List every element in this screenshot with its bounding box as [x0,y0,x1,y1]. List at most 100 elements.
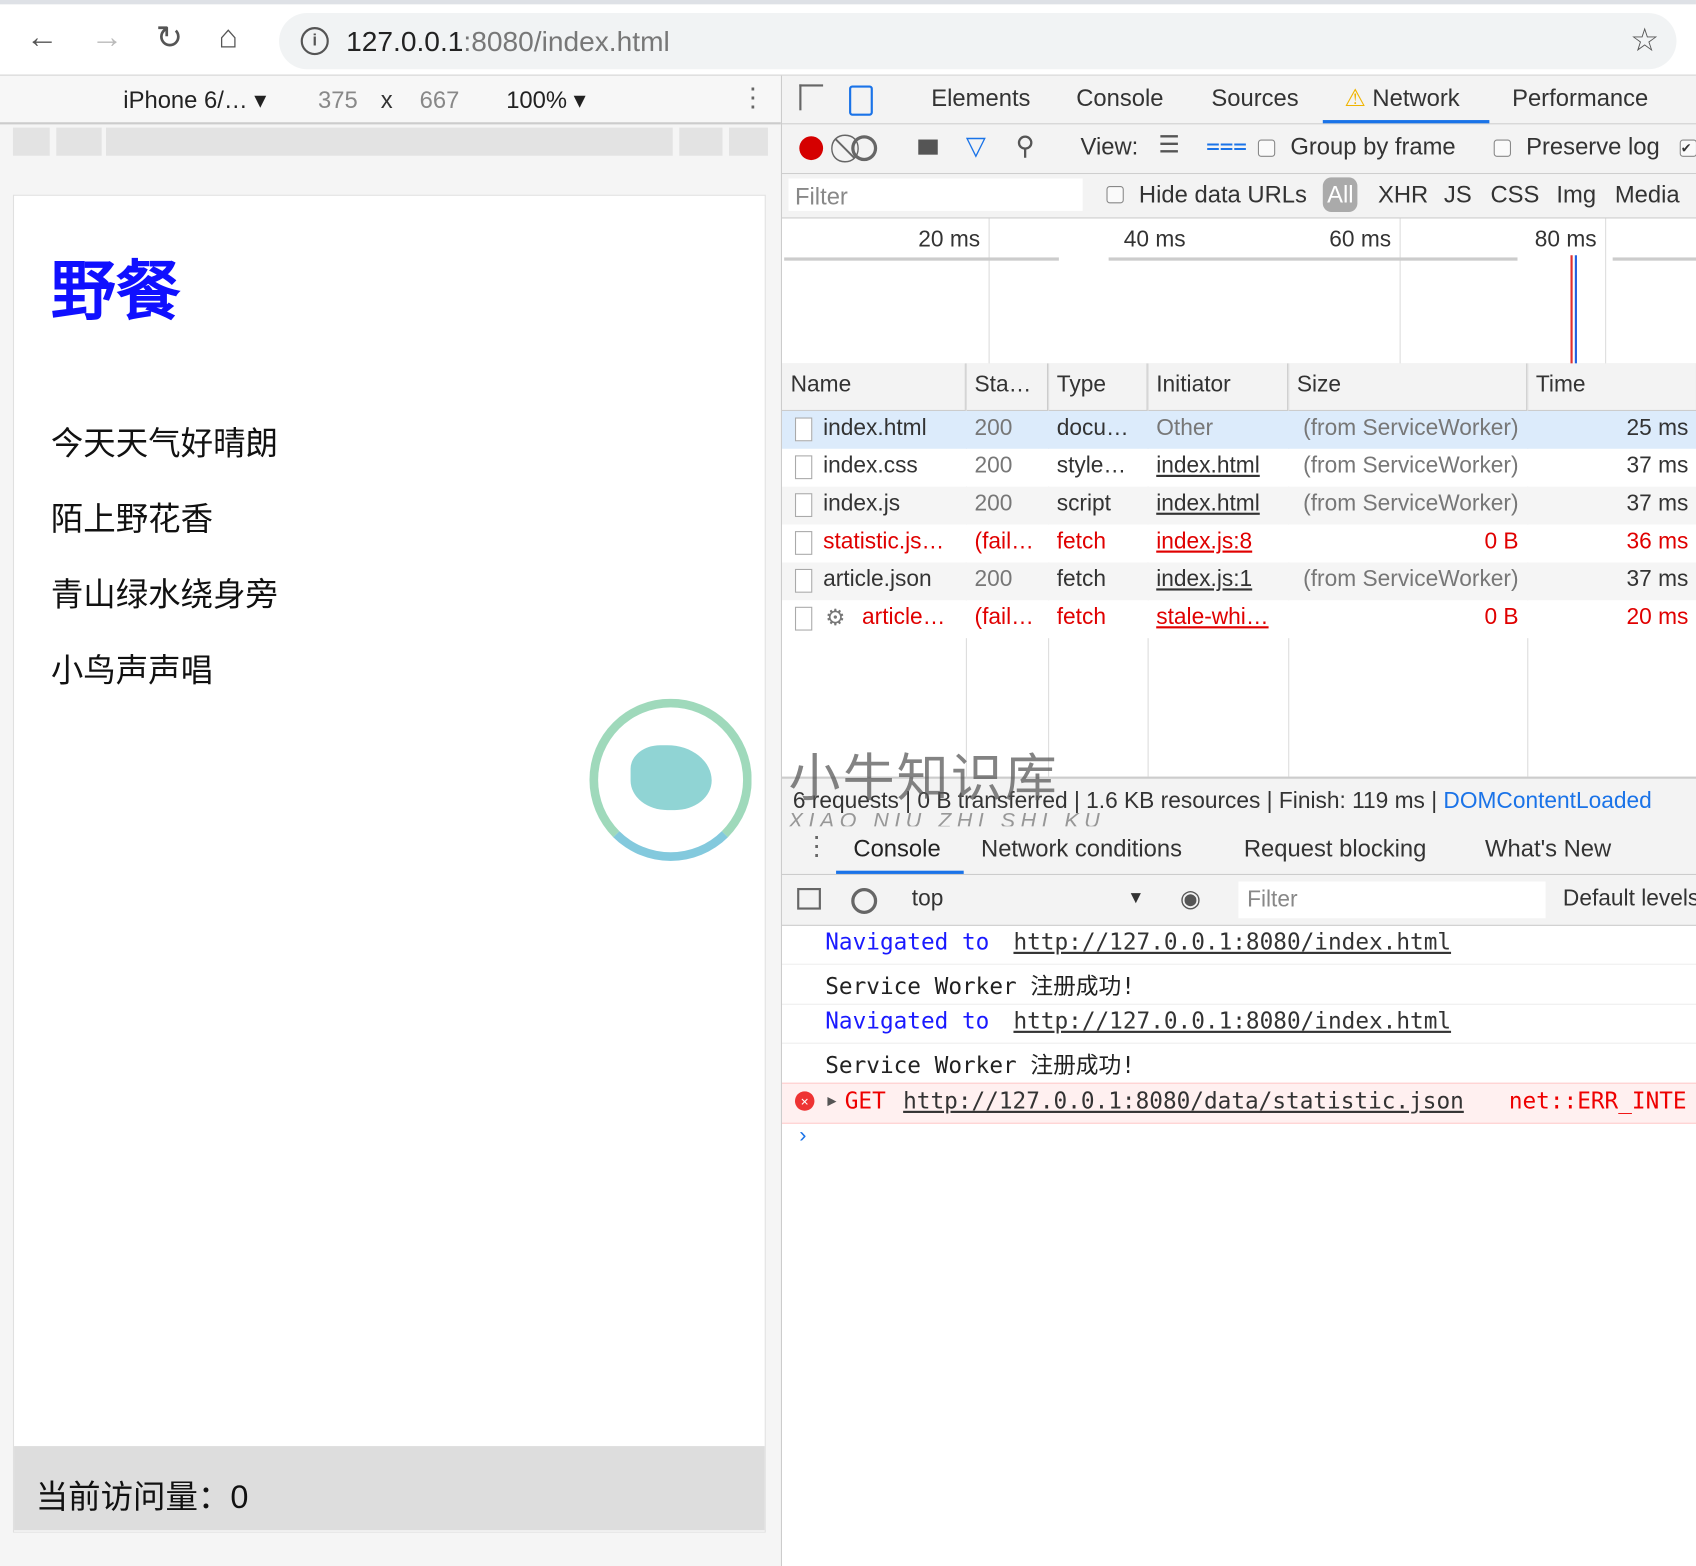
device-name: iPhone 6/… [123,86,248,114]
tab-console[interactable]: Console [1076,84,1163,112]
cell-initiator[interactable]: index.js:1 [1156,567,1252,593]
context-select[interactable]: top ▼ [912,886,1145,912]
error-url-link[interactable]: http://127.0.0.1:8080/data/statistic.jso… [903,1088,1464,1114]
expand-triangle-icon[interactable]: ▶ [827,1092,836,1109]
preserve-log-checkbox[interactable] [1493,139,1511,157]
context-value: top [911,885,944,911]
error-method: GET [844,1088,886,1115]
hide-data-urls-checkbox[interactable] [1106,186,1124,204]
request-row[interactable]: index.css 200 style… index.html (from Servic… [781,448,1696,487]
reload-icon[interactable]: ↻ [156,19,183,57]
back-icon[interactable]: ← [26,19,58,56]
console-toolbar: top ▼ ◉ Filter Default levels [781,875,1696,926]
cell-time: 37 ms [1626,566,1689,592]
filter-media[interactable]: Media [1615,181,1680,209]
media-query-bar[interactable] [12,127,50,156]
drawer-tab-console[interactable]: Console [853,835,940,863]
col-size[interactable]: Size [1288,363,1528,412]
home-icon[interactable]: ⌂ [218,19,238,56]
sidebar-toggle-icon[interactable] [797,887,821,910]
record-icon[interactable] [799,136,824,161]
tab-sources[interactable]: Sources [1211,84,1298,112]
dcl-link[interactable]: DOMContentLoaded [1443,788,1651,813]
console-message: Navigated to http://127.0.0.1:8080/index… [781,925,1696,965]
filter-js[interactable]: JS [1444,181,1472,209]
group-by-frame-checkbox[interactable] [1257,139,1276,157]
cell-initiator[interactable]: stale-whi… [1156,605,1268,631]
zoom-value: 100% [506,86,568,114]
bookmark-star-icon[interactable]: ☆ [1630,22,1659,60]
media-query-bar[interactable] [105,127,673,156]
log-levels-select[interactable]: Default levels [1563,886,1696,912]
cell-status: (fail… [974,604,1034,630]
device-select[interactable]: iPhone 6/… ▾ [123,87,266,115]
dimension-x: x [380,86,393,114]
forward-icon[interactable]: → [91,19,123,56]
cell-type: fetch [1056,604,1106,630]
drawer-tab-whats-new[interactable]: What's New [1485,835,1611,863]
nav-url-link[interactable]: http://127.0.0.1:8080/index.html [1013,1008,1451,1034]
cell-initiator[interactable]: index.js:8 [1156,529,1252,555]
cell-initiator[interactable]: index.html [1156,453,1260,479]
live-expression-eye-icon[interactable]: ◉ [1180,885,1201,913]
clear-console-icon[interactable] [851,887,878,914]
height-input[interactable]: 667 [420,87,460,115]
device-toggle-icon[interactable] [849,85,873,116]
address-bar[interactable]: i 127.0.0.1:8080/index.html ☆ [279,12,1677,70]
col-name[interactable]: Name [781,363,966,412]
cell-initiator[interactable]: index.html [1156,491,1260,517]
filter-xhr[interactable]: XHR [1378,181,1428,209]
console-message: Service Worker 注册成功! [781,965,1696,1005]
disable-cache-checkbox[interactable]: ✔ [1679,139,1696,157]
cell-time: 37 ms [1626,453,1689,479]
more-options-icon[interactable]: ⋮ [740,82,766,113]
filter-all[interactable]: All [1322,177,1358,212]
visit-counter: 当前访问量：0 [35,1479,249,1516]
clear-icon[interactable] [851,135,878,162]
network-overview[interactable]: 20 ms 40 ms 60 ms 80 ms [781,218,1696,365]
tab-elements[interactable]: Elements [931,84,1030,112]
media-query-bar[interactable] [56,127,102,156]
drawer-menu-icon[interactable]: ⋮ [804,831,830,862]
tab-performance[interactable]: Performance [1512,84,1648,112]
inspect-element-icon[interactable] [799,84,824,111]
request-row[interactable]: ⚙ article… (fail… fetch stale-whi… 0 B 20 ms [781,600,1696,639]
console-prompt-icon[interactable]: › [799,1124,806,1149]
drawer-tab-request-blocking[interactable]: Request blocking [1244,835,1427,863]
nav-prefix: Navigated to [825,929,990,956]
col-initiator[interactable]: Initiator [1147,363,1289,412]
request-row[interactable]: index.html 200 docu… Other (from ServiceWork… [781,411,1696,449]
list-view-icon[interactable]: ☰ [1158,131,1179,159]
filter-css[interactable]: CSS [1490,181,1539,209]
filter-icon[interactable]: ▽ [966,131,986,162]
request-row[interactable]: statistic.js… (fail… fetch index.js:8 0 B 36 … [781,524,1696,563]
width-input[interactable]: 375 [318,87,358,115]
tab-network-label: Network [1372,84,1460,112]
request-row[interactable]: index.js 200 script index.html (from Service… [781,486,1696,525]
col-status[interactable]: Sta… [965,363,1049,412]
media-query-bar[interactable] [679,127,723,156]
request-row[interactable]: article.json 200 fetch index.js:1 (from Serv… [781,562,1696,601]
info-icon[interactable]: i [300,27,329,56]
cell-type: style… [1056,453,1127,479]
media-query-bar[interactable] [728,127,768,156]
view-label: View: [1080,133,1139,161]
url-host: 127.0.0.1 [346,24,464,58]
cell-name: index.js [823,491,901,516]
console-filter-input[interactable]: Filter [1238,881,1546,919]
drawer-tab-network-conditions[interactable]: Network conditions [981,835,1182,863]
tab-network[interactable]: ⚠ Network [1344,84,1459,112]
active-tab-indicator [1322,120,1490,124]
console-error: ✕ ▶ GET http://127.0.0.1:8080/data/stati… [781,1082,1696,1124]
cell-name: statistic.js… [823,528,945,554]
col-time[interactable]: Time [1527,363,1696,412]
screenshot-camera-icon[interactable] [918,139,938,155]
col-type[interactable]: Type [1048,363,1148,412]
waterfall-view-icon[interactable]: ⩶ [1206,131,1247,159]
network-filter-input[interactable]: Filter [788,178,1083,211]
console-messages: Navigated to http://127.0.0.1:8080/index… [781,925,1696,1249]
filter-img[interactable]: Img [1556,181,1596,209]
nav-url-link[interactable]: http://127.0.0.1:8080/index.html [1013,929,1451,955]
search-icon[interactable]: ⚲ [1016,131,1035,162]
zoom-select[interactable]: 100% ▾ [506,87,585,115]
